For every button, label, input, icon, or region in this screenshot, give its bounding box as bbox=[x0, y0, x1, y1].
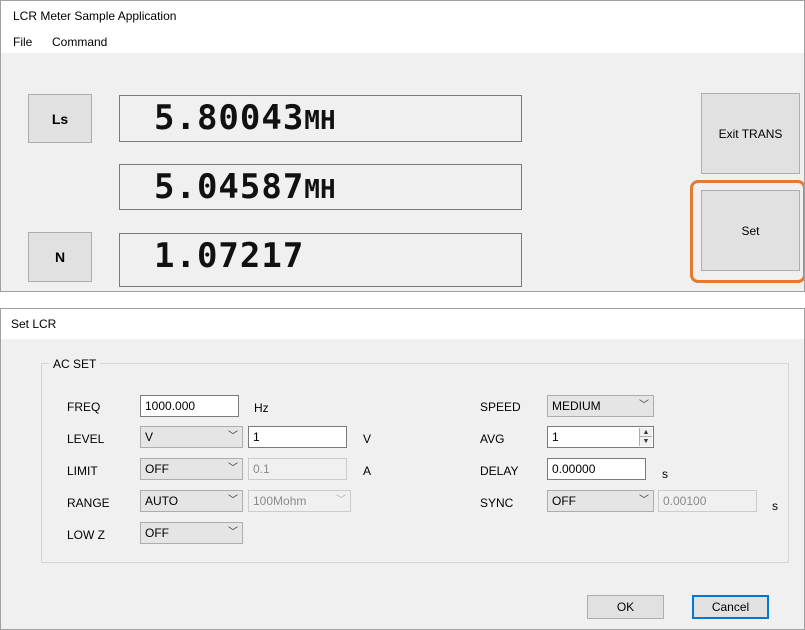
level-label: LEVEL bbox=[67, 432, 105, 446]
lowz-value: OFF bbox=[145, 526, 169, 540]
level-mode-value: V bbox=[145, 430, 154, 444]
range-mode-value: AUTO bbox=[145, 494, 179, 508]
range-label: RANGE bbox=[67, 496, 110, 510]
title-bar: LCR Meter Sample Application bbox=[1, 1, 804, 31]
primary-display: 5.80043MH bbox=[119, 95, 522, 142]
primary-unit: MH bbox=[304, 106, 336, 136]
spin-up-icon[interactable]: ▲ bbox=[640, 428, 652, 437]
sync-select[interactable]: OFF ﹀ bbox=[547, 490, 654, 512]
window-title: LCR Meter Sample Application bbox=[13, 9, 177, 23]
level-input[interactable]: 1 bbox=[248, 426, 347, 448]
secondary-unit: MH bbox=[304, 175, 336, 205]
dialog-title-bar: Set LCR bbox=[1, 309, 804, 339]
chevron-down-icon: ﹀ bbox=[228, 495, 238, 506]
chevron-down-icon: ﹀ bbox=[639, 400, 649, 411]
range-mode-select[interactable]: AUTO ﹀ bbox=[140, 490, 243, 512]
param2-value: 1.07217 bbox=[154, 236, 305, 276]
menu-bar: File Command bbox=[1, 31, 804, 53]
lowz-label: LOW Z bbox=[67, 528, 105, 542]
range-value-select: 100Mohm ﹀ bbox=[248, 490, 351, 512]
param2-display: 1.07217 bbox=[119, 233, 522, 287]
avg-value: 1 bbox=[552, 430, 559, 444]
ok-button[interactable]: OK bbox=[587, 595, 664, 619]
freq-label: FREQ bbox=[67, 400, 101, 414]
delay-label: DELAY bbox=[480, 464, 519, 478]
sync-mode-value: OFF bbox=[552, 494, 576, 508]
chevron-down-icon: ﹀ bbox=[336, 495, 346, 506]
limit-mode-select[interactable]: OFF ﹀ bbox=[140, 458, 243, 480]
chevron-down-icon: ﹀ bbox=[228, 463, 238, 474]
sync-unit: s bbox=[772, 499, 778, 513]
spin-down-icon[interactable]: ▼ bbox=[640, 437, 652, 446]
level-mode-select[interactable]: V ﹀ bbox=[140, 426, 243, 448]
menu-file[interactable]: File bbox=[13, 35, 32, 49]
avg-spinner[interactable]: ▲ ▼ bbox=[639, 428, 652, 446]
limit-mode-value: OFF bbox=[145, 462, 169, 476]
freq-input[interactable]: 1000.000 bbox=[140, 395, 239, 417]
menu-command[interactable]: Command bbox=[52, 35, 107, 49]
avg-label: AVG bbox=[480, 432, 505, 446]
cancel-button[interactable]: Cancel bbox=[692, 595, 769, 619]
chevron-down-icon: ﹀ bbox=[639, 495, 649, 506]
sync-input: 0.00100 bbox=[658, 490, 757, 512]
param2-button[interactable]: N bbox=[28, 232, 92, 282]
freq-unit: Hz bbox=[254, 401, 269, 415]
dialog-title: Set LCR bbox=[11, 317, 57, 331]
speed-label: SPEED bbox=[480, 400, 521, 414]
level-unit: V bbox=[363, 432, 372, 446]
limit-input: 0.1 bbox=[248, 458, 347, 480]
param1-button[interactable]: Ls bbox=[28, 94, 92, 143]
limit-unit: A bbox=[363, 464, 372, 478]
limit-label: LIMIT bbox=[67, 464, 98, 478]
set-lcr-dialog: Set LCR AC SET FREQ 1000.000 Hz LEVEL V … bbox=[0, 308, 805, 630]
secondary-display: 5.04587MH bbox=[119, 164, 522, 210]
primary-value: 5.80043 bbox=[154, 98, 305, 138]
speed-value: MEDIUM bbox=[552, 399, 601, 413]
delay-input[interactable]: 0.00000 bbox=[547, 458, 646, 480]
lowz-select[interactable]: OFF ﹀ bbox=[140, 522, 243, 544]
range-value: 100Mohm bbox=[253, 494, 307, 508]
secondary-value: 5.04587 bbox=[154, 167, 305, 207]
chevron-down-icon: ﹀ bbox=[228, 431, 238, 442]
avg-input[interactable]: 1 ▲ ▼ bbox=[547, 426, 654, 448]
set-button-highlight bbox=[690, 180, 804, 283]
delay-unit: s bbox=[662, 467, 668, 481]
speed-select[interactable]: MEDIUM ﹀ bbox=[547, 395, 654, 417]
chevron-down-icon: ﹀ bbox=[228, 527, 238, 538]
main-window: LCR Meter Sample Application File Comman… bbox=[0, 0, 805, 292]
exit-trans-button[interactable]: Exit TRANS bbox=[701, 93, 800, 174]
ac-set-group-title: AC SET bbox=[49, 357, 101, 371]
sync-label: SYNC bbox=[480, 496, 514, 510]
